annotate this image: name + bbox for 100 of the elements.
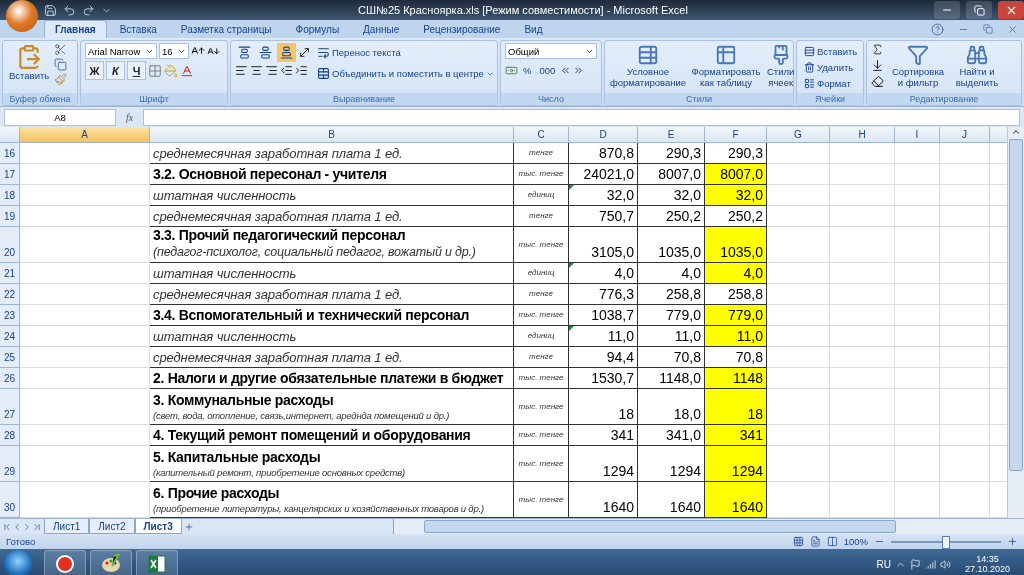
column-header[interactable]: I bbox=[895, 127, 940, 143]
restore-icon[interactable] bbox=[983, 24, 993, 34]
column-header[interactable]: J bbox=[940, 127, 990, 143]
column-header[interactable]: C bbox=[514, 127, 569, 143]
indent-decrease-icon[interactable] bbox=[280, 64, 293, 77]
row-number[interactable]: 24 bbox=[0, 326, 20, 347]
ribbon-tab[interactable]: Вид bbox=[513, 20, 554, 38]
row-number[interactable]: 28 bbox=[0, 425, 20, 446]
row-number[interactable]: 27 bbox=[0, 389, 20, 425]
row-number[interactable]: 17 bbox=[0, 164, 20, 185]
column-header[interactable]: H bbox=[830, 127, 895, 143]
row-number[interactable]: 18 bbox=[0, 185, 20, 206]
delete-button[interactable]: Удалить bbox=[801, 59, 861, 75]
ribbon-tab[interactable]: Рецензирование bbox=[412, 20, 512, 38]
office-button[interactable] bbox=[6, 0, 38, 32]
start-button[interactable] bbox=[4, 550, 32, 575]
ribbon-tab[interactable]: Формулы bbox=[284, 20, 351, 38]
horizontal-scrollbar[interactable] bbox=[393, 519, 1024, 534]
row-number[interactable]: 25 bbox=[0, 347, 20, 368]
format-button[interactable]: Формат bbox=[801, 75, 861, 91]
language-indicator[interactable]: RU bbox=[876, 558, 891, 570]
merge-button[interactable]: Объединить и поместить в центре bbox=[314, 64, 497, 83]
conditional-format-button[interactable]: Условное форматирование bbox=[609, 43, 687, 89]
column-header[interactable]: A bbox=[20, 127, 150, 143]
zoom-in-icon[interactable] bbox=[1007, 536, 1018, 547]
taskbar-button[interactable] bbox=[44, 549, 86, 575]
browser-icon[interactable] bbox=[55, 554, 75, 574]
previous-sheet-icon[interactable] bbox=[12, 521, 22, 532]
help-icon[interactable] bbox=[931, 22, 944, 36]
palette-icon[interactable] bbox=[100, 554, 122, 574]
close-icon[interactable] bbox=[1007, 23, 1018, 35]
font-color-icon[interactable] bbox=[180, 63, 194, 78]
number-format-field[interactable]: Общий bbox=[505, 43, 597, 59]
brush-icon[interactable] bbox=[54, 73, 68, 86]
name-box[interactable]: A8 bbox=[4, 108, 116, 126]
row-number[interactable]: 30 bbox=[0, 482, 20, 518]
column-header[interactable]: B bbox=[150, 127, 514, 143]
find-button[interactable]: Найти и выделить bbox=[952, 43, 1002, 89]
scroll-up-icon[interactable] bbox=[1011, 127, 1021, 137]
column-header[interactable]: F bbox=[705, 127, 767, 143]
new-sheet-icon[interactable] bbox=[183, 521, 194, 532]
eraser-icon[interactable] bbox=[871, 75, 884, 88]
restore-button[interactable] bbox=[966, 1, 992, 19]
slider-thumb[interactable] bbox=[942, 535, 950, 549]
column-header[interactable]: G bbox=[767, 127, 830, 143]
indent-increase-icon[interactable] bbox=[295, 64, 308, 77]
taskbar-button[interactable] bbox=[136, 549, 178, 575]
row-number[interactable]: 19 bbox=[0, 206, 20, 227]
borders-icon[interactable] bbox=[148, 63, 162, 78]
fill-color-icon[interactable] bbox=[164, 63, 178, 78]
orientation-icon[interactable] bbox=[298, 46, 311, 59]
close-button[interactable] bbox=[998, 1, 1024, 19]
underline-button[interactable]: Ч bbox=[127, 61, 146, 80]
row-number[interactable]: 16 bbox=[0, 143, 20, 164]
next-sheet-icon[interactable] bbox=[22, 521, 32, 532]
ribbon-tab[interactable]: Данные bbox=[352, 20, 411, 38]
row-number[interactable]: 21 bbox=[0, 263, 20, 284]
normal-view-icon[interactable] bbox=[792, 536, 804, 547]
flag-icon[interactable] bbox=[909, 558, 921, 570]
currency-icon[interactable] bbox=[505, 64, 518, 77]
align-left-icon[interactable] bbox=[235, 64, 248, 77]
font-size-field[interactable]: 16 bbox=[159, 43, 189, 59]
copy-icon[interactable] bbox=[54, 58, 68, 71]
page-layout-icon[interactable] bbox=[809, 536, 821, 547]
percent-button[interactable]: % bbox=[520, 61, 535, 80]
ribbon-tab[interactable]: Разметка страницы bbox=[169, 20, 283, 38]
signal-icon[interactable] bbox=[924, 558, 936, 570]
function-label[interactable]: fx bbox=[120, 111, 140, 123]
minimize-button[interactable] bbox=[934, 1, 960, 19]
wrap-text-button[interactable]: Перенос текста bbox=[314, 43, 497, 62]
bold-button[interactable]: Ж bbox=[85, 61, 104, 80]
sheet-tab[interactable]: Лист2 bbox=[89, 519, 135, 534]
undo-icon[interactable] bbox=[63, 3, 76, 17]
column-header[interactable]: E bbox=[638, 127, 705, 143]
page-break-icon[interactable] bbox=[826, 536, 838, 547]
vertical-align-button[interactable] bbox=[277, 43, 296, 62]
align-right-icon[interactable] bbox=[265, 64, 278, 77]
volume-icon[interactable] bbox=[939, 558, 951, 570]
scissors-icon[interactable] bbox=[54, 43, 68, 56]
vertical-align-button[interactable] bbox=[256, 43, 275, 62]
decrease-decimal-icon[interactable] bbox=[573, 65, 585, 76]
spreadsheet-icon[interactable] bbox=[147, 554, 167, 574]
paste-button[interactable]: Вставить bbox=[7, 43, 52, 82]
sort-filter-button[interactable]: Сортировка и фильтр bbox=[887, 43, 949, 89]
insert-button[interactable]: Вставить bbox=[801, 43, 861, 59]
italic-button[interactable]: К bbox=[106, 61, 125, 80]
ribbon-tab[interactable]: Вставка bbox=[108, 20, 168, 38]
cell-styles-button[interactable]: Стили ячеек bbox=[765, 43, 797, 89]
align-center-icon[interactable] bbox=[250, 64, 263, 77]
row-number[interactable]: 26 bbox=[0, 368, 20, 389]
taskbar-button[interactable] bbox=[90, 549, 132, 575]
sheet-tab[interactable]: Лист1 bbox=[44, 519, 90, 534]
font-name-field[interactable]: Arial Narrow bbox=[85, 43, 157, 59]
sum-icon[interactable] bbox=[871, 43, 884, 56]
redo-icon[interactable] bbox=[82, 3, 95, 17]
row-number[interactable]: 20 bbox=[0, 227, 20, 263]
fill-icon[interactable] bbox=[871, 59, 884, 72]
increase-decimal-icon[interactable] bbox=[560, 65, 572, 76]
column-header[interactable]: D bbox=[569, 127, 638, 143]
save-icon[interactable] bbox=[44, 3, 57, 17]
